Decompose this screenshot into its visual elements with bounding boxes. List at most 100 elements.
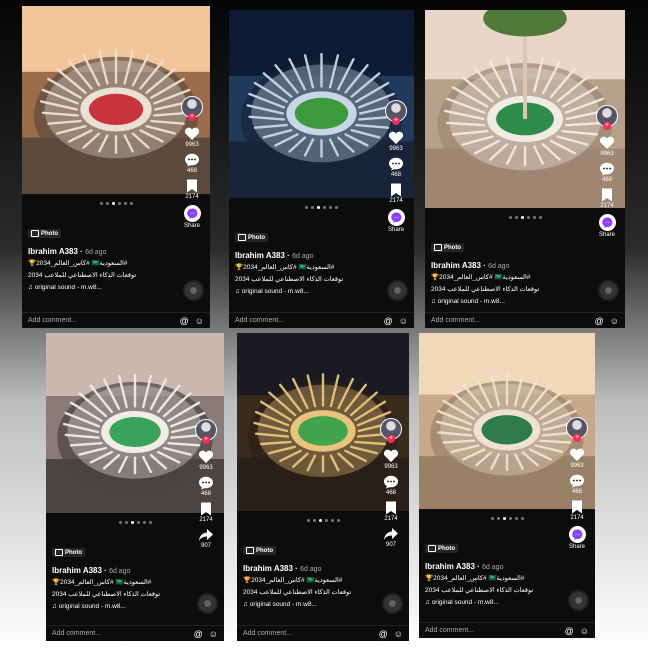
creator-avatar[interactable]: + (596, 105, 618, 130)
author-name[interactable]: Ibrahim A383 (52, 566, 102, 575)
share-button[interactable]: 907 (383, 527, 399, 548)
follow-plus-icon[interactable]: + (202, 436, 210, 444)
bookmark-icon (385, 501, 397, 515)
author-line[interactable]: Ibrahim A383 · 6d ago (431, 261, 589, 270)
save-button[interactable]: 2174 (185, 179, 199, 200)
emoji-icon[interactable]: ☺ (580, 626, 589, 636)
author-name[interactable]: Ibrahim A383 (431, 261, 481, 270)
share-button[interactable]: Share (568, 526, 586, 550)
like-count: 9963 (570, 463, 584, 469)
action-rail: + 9963 468 2174 907 (192, 419, 220, 549)
emoji-icon[interactable]: ☺ (610, 316, 619, 326)
follow-plus-icon[interactable]: + (603, 122, 611, 130)
share-button[interactable]: Share (598, 214, 616, 238)
heart-icon (599, 136, 615, 150)
caption-text: توقعات الذكاء الاصطناعي للملاعب 2034 (431, 286, 540, 293)
sound-name[interactable]: original sound - m.w8... (242, 288, 309, 295)
share-button[interactable]: Share (387, 209, 405, 233)
action-rail: + 9963 468 2174 Share (382, 100, 410, 233)
author-line[interactable]: Ibrahim A383 · 6d ago (235, 251, 378, 260)
follow-plus-icon[interactable]: + (392, 117, 400, 125)
caption-hashtags[interactable]: #السعودية🇸🇦 #كاس_العالم_2034🏆 (431, 273, 589, 282)
comment-button[interactable]: 468 (599, 162, 615, 183)
like-button[interactable]: 9963 (383, 449, 399, 470)
save-button[interactable]: 2174 (199, 502, 213, 523)
author-name[interactable]: Ibrahim A383 (243, 564, 293, 573)
save-button[interactable]: 2174 (600, 188, 614, 209)
music-disc-icon[interactable] (387, 280, 408, 301)
author-name[interactable]: Ibrahim A383 (425, 562, 475, 571)
sound-line[interactable]: ♫ original sound - m.w8... (431, 298, 589, 305)
emoji-icon[interactable]: ☺ (394, 629, 403, 639)
sound-line[interactable]: ♫ original sound - m.w8... (28, 284, 174, 291)
mention-icon[interactable]: @ (565, 626, 574, 636)
creator-avatar[interactable]: + (385, 100, 407, 125)
follow-plus-icon[interactable]: + (573, 434, 581, 442)
author-name[interactable]: Ibrahim A383 (235, 251, 285, 260)
save-button[interactable]: 2174 (384, 501, 398, 522)
author-line[interactable]: Ibrahim A383 · 6d ago (52, 566, 188, 575)
caption-hashtags[interactable]: #السعودية🇸🇦 #كاس_العالم_2034🏆 (52, 578, 188, 587)
comment-button[interactable]: 468 (383, 475, 399, 496)
sound-line[interactable]: ♫ original sound - m.w8... (425, 599, 559, 606)
save-button[interactable]: 2174 (570, 500, 584, 521)
author-name[interactable]: Ibrahim A383 (28, 247, 78, 256)
mention-icon[interactable]: @ (384, 316, 393, 326)
sound-line[interactable]: ♫ original sound - m.w8... (243, 601, 373, 608)
emoji-icon[interactable]: ☺ (195, 316, 204, 326)
add-comment-input[interactable]: Add comment... (52, 630, 188, 637)
creator-avatar[interactable]: + (195, 419, 217, 444)
comment-icon (198, 476, 214, 490)
author-line[interactable]: Ibrahim A383 · 6d ago (243, 564, 373, 573)
emoji-icon[interactable]: ☺ (209, 629, 218, 639)
like-button[interactable]: 9963 (388, 131, 404, 152)
sound-name[interactable]: original sound - m.w8... (250, 601, 317, 608)
author-line[interactable]: Ibrahim A383 · 6d ago (425, 562, 559, 571)
add-comment-input[interactable]: Add comment... (235, 317, 378, 324)
share-button[interactable]: 907 (198, 528, 214, 549)
add-comment-input[interactable]: Add comment... (243, 630, 373, 637)
music-disc-icon[interactable] (382, 593, 403, 614)
comment-button[interactable]: 468 (198, 476, 214, 497)
like-button[interactable]: 9963 (569, 448, 585, 469)
creator-avatar[interactable]: + (380, 418, 402, 443)
comment-button[interactable]: 468 (184, 153, 200, 174)
mention-icon[interactable]: @ (180, 316, 189, 326)
caption-hashtags[interactable]: #السعودية🇸🇦 #كاس_العالم_2034🏆 (235, 263, 378, 272)
creator-avatar[interactable]: + (181, 96, 203, 121)
follow-plus-icon[interactable]: + (188, 113, 196, 121)
share-button[interactable]: Share (183, 205, 201, 229)
sound-name[interactable]: original sound - m.w8... (438, 298, 505, 305)
add-comment-input[interactable]: Add comment... (28, 317, 174, 324)
action-rail: + 9963 468 2174 Share (593, 105, 621, 238)
comment-button[interactable]: 468 (569, 474, 585, 495)
comment-bar: Add comment... @ ☺ (22, 312, 210, 328)
mention-icon[interactable]: @ (194, 629, 203, 639)
author-line[interactable]: Ibrahim A383 · 6d ago (28, 247, 174, 256)
music-disc-icon[interactable] (183, 280, 204, 301)
emoji-icon[interactable]: ☺ (399, 316, 408, 326)
sound-line[interactable]: ♫ original sound - m.w8... (235, 288, 378, 295)
caption-hashtags[interactable]: #السعودية🇸🇦 #كاس_العالم_2034🏆 (243, 576, 373, 585)
add-comment-input[interactable]: Add comment... (425, 627, 559, 634)
sound-name[interactable]: original sound - m.w8... (59, 603, 126, 610)
like-button[interactable]: 9963 (599, 136, 615, 157)
follow-plus-icon[interactable]: + (387, 435, 395, 443)
music-disc-icon[interactable] (197, 593, 218, 614)
add-comment-input[interactable]: Add comment... (431, 317, 589, 324)
like-button[interactable]: 9963 (198, 450, 214, 471)
sound-line[interactable]: ♫ original sound - m.w8... (52, 603, 188, 610)
creator-avatar[interactable]: + (566, 417, 588, 442)
sound-name[interactable]: original sound - m.w8... (432, 599, 499, 606)
caption-text: توقعات الذكاء الاصطناعي للملاعب 2034 (28, 272, 137, 279)
like-button[interactable]: 9963 (184, 127, 200, 148)
music-disc-icon[interactable] (568, 590, 589, 611)
comment-button[interactable]: 468 (388, 157, 404, 178)
caption-hashtags[interactable]: #السعودية🇸🇦 #كاس_العالم_2034🏆 (28, 259, 174, 268)
save-button[interactable]: 2174 (389, 183, 403, 204)
sound-name[interactable]: original sound - m.w8... (35, 284, 102, 291)
caption-hashtags[interactable]: #السعودية🇸🇦 #كاس_العالم_2034🏆 (425, 574, 559, 583)
music-disc-icon[interactable] (598, 280, 619, 301)
mention-icon[interactable]: @ (595, 316, 604, 326)
mention-icon[interactable]: @ (379, 629, 388, 639)
